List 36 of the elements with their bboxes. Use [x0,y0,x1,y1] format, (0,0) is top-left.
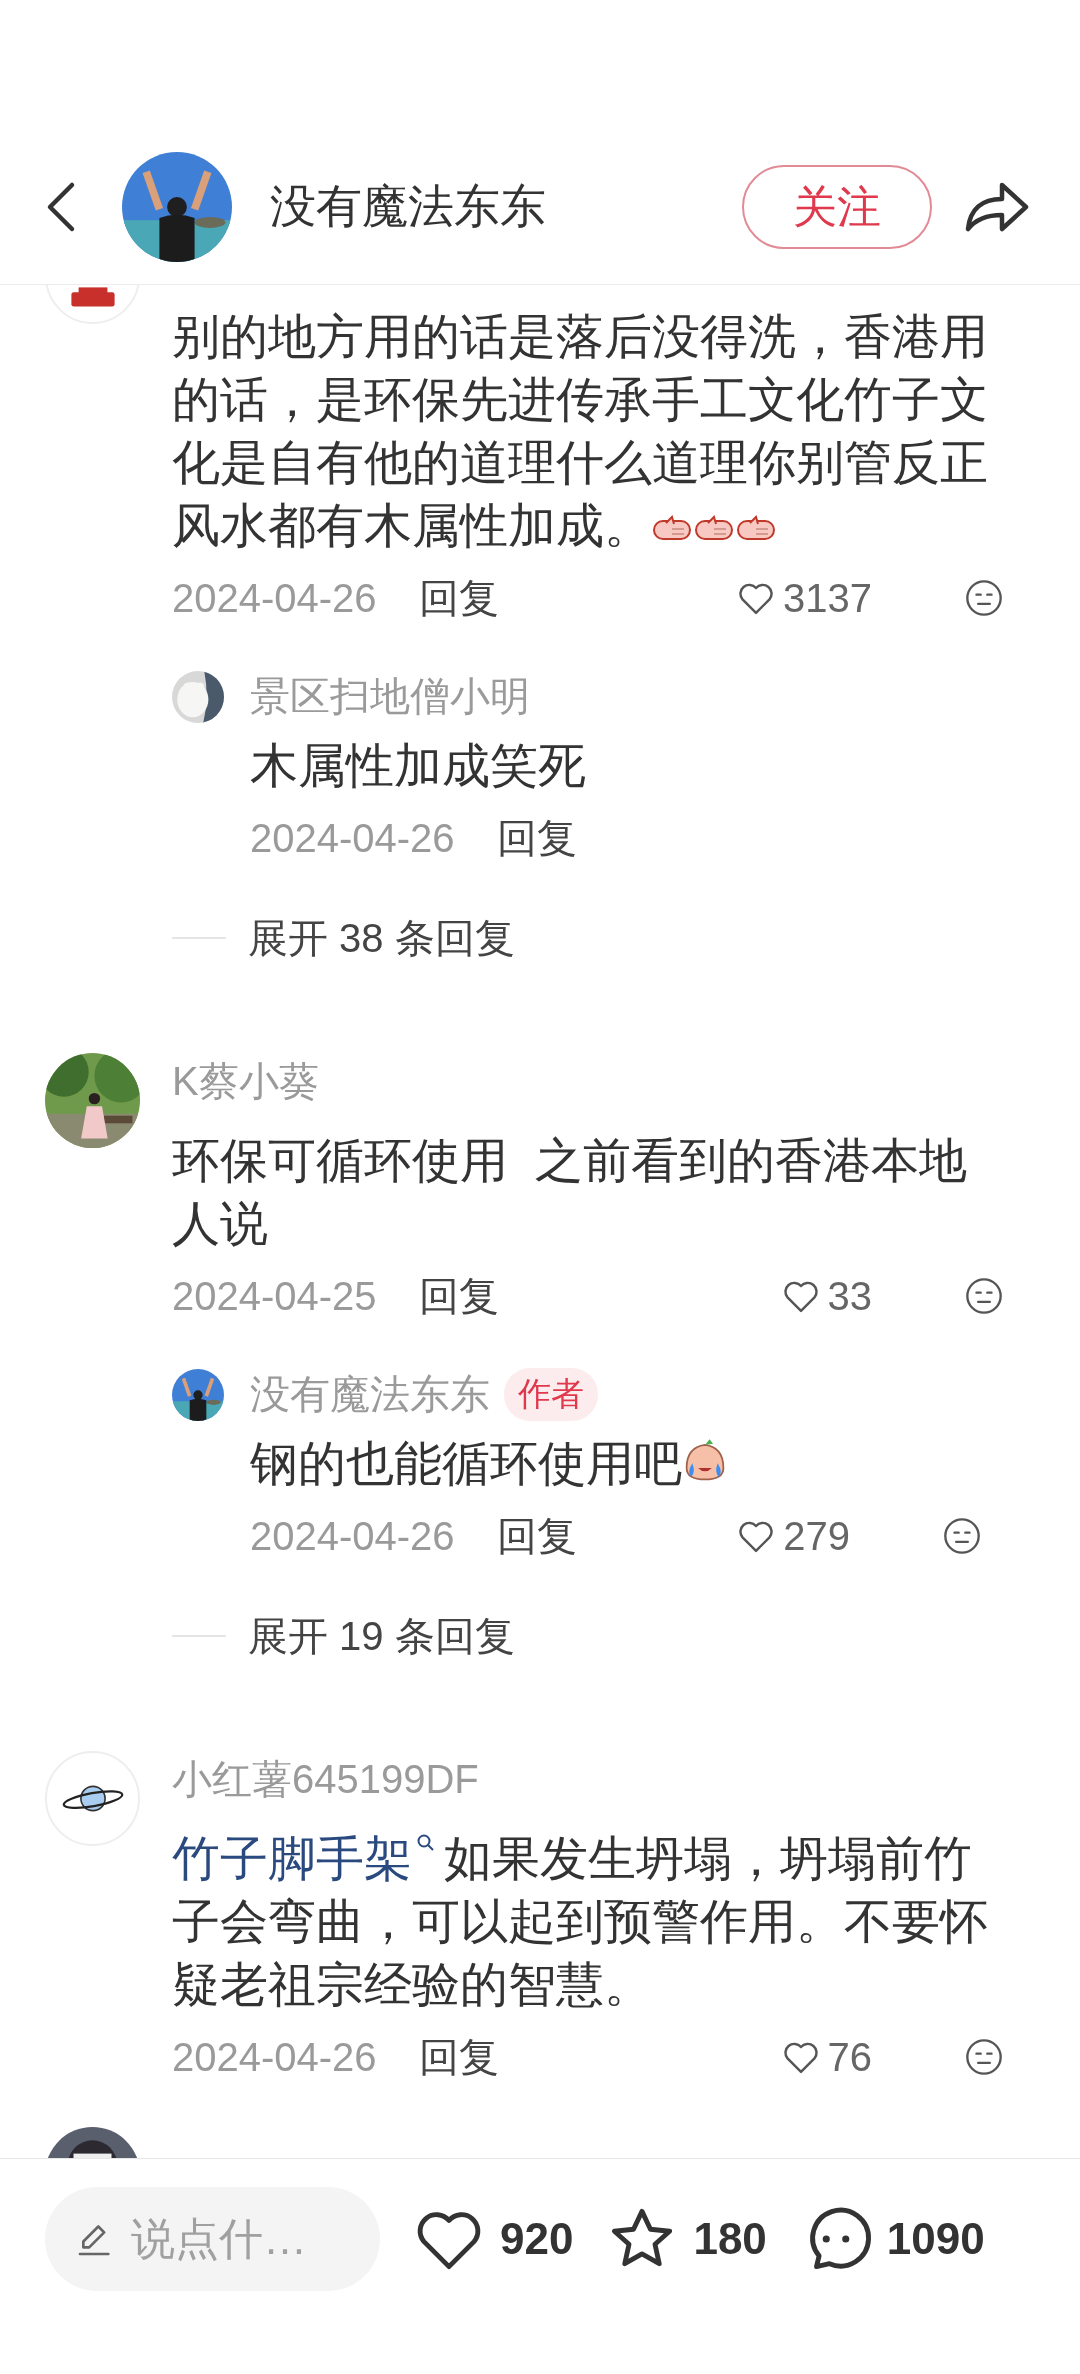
face-icon[interactable] [964,1276,1004,1316]
comment-input[interactable]: 说点什… [131,2214,371,2264]
comment-text: 竹子脚手架 如果发生坍塌，坍塌前竹子会弯曲，可以起到预警作用。不要怀疑老祖宗经验的智慧。 [172,1831,989,2013]
comment-button[interactable]: 1090 [796,2187,985,2291]
comment-date: 2024-04-26 [172,575,377,621]
reply-button[interactable]: 回复 [496,810,577,866]
expand-replies-button[interactable]: 展开 19 条回复 [248,1608,515,1664]
like-button[interactable]: 76 [779,2034,872,2080]
author-badge: 作者 [504,1367,598,1421]
comment-date: 2024-04-26 [250,1513,455,1559]
author-name[interactable]: 没有魔法东东 [270,176,742,238]
comment-date: 2024-04-26 [250,815,455,861]
reply-button[interactable]: 回复 [418,2029,499,2085]
face-icon[interactable] [942,1516,982,1556]
comment-field[interactable]: 说点什… [45,2187,380,2291]
face-icon[interactable] [964,578,1004,618]
like-button[interactable]: 3137 [735,575,872,621]
reply-button[interactable]: 回复 [496,1508,577,1564]
comment-date: 2024-04-25 [172,1273,377,1319]
comment-date: 2024-04-26 [172,2034,377,2080]
like-button[interactable]: 279 [735,1513,850,1559]
search-icon [416,1833,436,1853]
comment-text: 别的地方用的话是落后没得洗，香港用的话，是环保先进传承手工文化竹子文化是自有他的道理什么道理你别管反正风水都有木属性加成。 [172,309,989,554]
logo-icon [68,285,117,309]
face-icon[interactable] [964,2037,1004,2077]
favorite-button[interactable]: 180 [603,2187,767,2291]
expand-replies-button[interactable]: 展开 38 条回复 [248,910,515,966]
reply-button[interactable]: 回复 [418,570,499,626]
like-button[interactable]: 33 [779,1273,872,1319]
like-button[interactable]: 920 [410,2187,574,2291]
topic-link[interactable]: 竹子脚手架 [172,1832,412,1885]
comment-text: 钢的也能循环使用吧 [250,1432,990,1495]
comment-text: 木属性加成笑死 [250,738,587,794]
follow-button[interactable]: 关注 [742,165,932,249]
comment-text: 环保可循环使用 之前看到的香港本地人说 [172,1133,968,1252]
reply-button[interactable]: 回复 [418,1268,499,1324]
